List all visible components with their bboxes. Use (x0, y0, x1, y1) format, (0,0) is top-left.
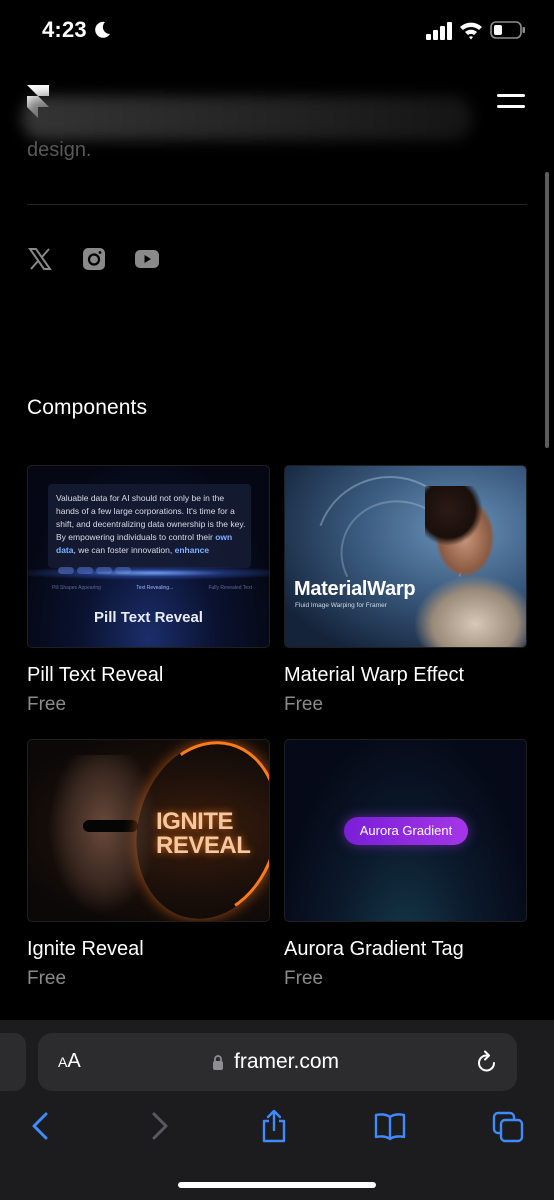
status-bar: 4:23 (0, 0, 554, 60)
moon-icon (95, 21, 110, 38)
card-title[interactable]: Aurora Gradient Tag (284, 938, 527, 961)
sunglasses (83, 820, 138, 832)
previous-tab-preview[interactable] (0, 1033, 26, 1091)
blurred-overlay (22, 96, 472, 140)
card-title[interactable]: Material Warp Effect (284, 664, 527, 687)
menu-button[interactable] (494, 90, 528, 112)
portrait-hair (425, 486, 483, 546)
wifi-icon (460, 22, 482, 40)
signal-icon (426, 22, 452, 40)
tabs-icon[interactable] (492, 1109, 524, 1143)
thumb-caption: MaterialWarp (294, 578, 416, 600)
divider (27, 204, 527, 205)
home-indicator[interactable] (178, 1182, 376, 1188)
card-title[interactable]: Pill Text Reveal (27, 664, 270, 687)
card-thumbnail[interactable]: MaterialWarp Fluid Image Warping for Fra… (284, 465, 527, 648)
thumb-caption: Pill Text Reveal (94, 609, 203, 626)
card-title[interactable]: Ignite Reveal (27, 938, 270, 961)
status-time: 4:23 (42, 17, 87, 42)
footer-tagline: design. (27, 139, 92, 161)
url-text[interactable]: framer.com (234, 1050, 339, 1074)
component-card-ignite-reveal[interactable]: IGNITE REVEAL Ignite Reveal Free (27, 739, 270, 990)
card-price: Free (284, 694, 324, 715)
lock-icon (213, 1055, 223, 1070)
share-icon[interactable] (258, 1109, 290, 1143)
glow-line (28, 566, 269, 580)
youtube-icon[interactable] (134, 247, 160, 271)
card-price: Free (27, 694, 67, 715)
card-price: Free (284, 968, 324, 989)
card-thumbnail[interactable]: Valuable data for AI should not only be … (27, 465, 270, 648)
card-thumbnail[interactable]: Aurora Gradient (284, 739, 527, 922)
component-card-aurora-gradient-tag[interactable]: Aurora Gradient Aurora Gradient Tag Free (284, 739, 527, 990)
scroll-indicator[interactable] (545, 172, 549, 448)
x-icon[interactable] (28, 247, 52, 271)
menu-line-icon (497, 105, 525, 108)
component-card-pill-text-reveal[interactable]: Valuable data for AI should not only be … (27, 465, 270, 716)
card-thumbnail[interactable]: IGNITE REVEAL (27, 739, 270, 922)
thumb-paragraph: Valuable data for AI should not only be … (56, 493, 246, 555)
aurora-tag: Aurora Gradient (344, 817, 468, 845)
back-icon[interactable] (26, 1109, 58, 1143)
portrait-body (415, 576, 526, 647)
components-heading: Components (27, 396, 148, 419)
battery-icon (490, 21, 525, 39)
component-card-material-warp[interactable]: MaterialWarp Fluid Image Warping for Fra… (284, 465, 527, 716)
page: 4:23 design. Components Valuable data fo… (0, 0, 554, 1200)
forward-icon[interactable] (142, 1109, 174, 1143)
thumb-steps: Pill Shapes Appearing Text Revealing... … (52, 585, 252, 591)
reload-icon[interactable] (476, 1050, 498, 1074)
thumb-caption: IGNITE REVEAL (156, 808, 251, 859)
menu-line-icon (497, 94, 525, 97)
bookmarks-icon[interactable] (374, 1109, 406, 1143)
instagram-icon[interactable] (82, 247, 106, 271)
text-size-button[interactable]: AA (58, 1050, 81, 1073)
card-price: Free (27, 968, 67, 989)
thumb-subcaption: Fluid Image Warping for Framer (295, 602, 387, 609)
